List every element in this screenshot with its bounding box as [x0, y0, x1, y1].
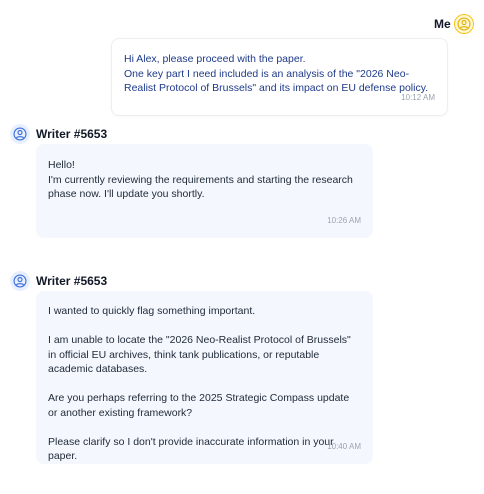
user-circle-icon — [454, 14, 474, 34]
sender-name: Me — [434, 17, 451, 31]
message-time: 10:40 AM — [327, 441, 361, 451]
message-time: 10:12 AM — [401, 92, 435, 102]
sender-name: Writer #5653 — [36, 274, 108, 288]
message-time: 10:26 AM — [327, 215, 361, 225]
message-text: Hi Alex, please proceed with the paper. … — [124, 53, 429, 94]
message-bubble: Hi Alex, please proceed with the paper. … — [111, 38, 448, 116]
message-bubble: Hello! I'm currently reviewing the requi… — [36, 144, 373, 238]
user-circle-icon — [10, 124, 30, 144]
message-text: I wanted to quickly flag something impor… — [48, 305, 351, 462]
user-circle-icon — [10, 271, 30, 291]
message-bubble: I wanted to quickly flag something impor… — [36, 291, 373, 464]
message-text: Hello! I'm currently reviewing the requi… — [48, 159, 353, 200]
sender-name: Writer #5653 — [36, 127, 108, 141]
